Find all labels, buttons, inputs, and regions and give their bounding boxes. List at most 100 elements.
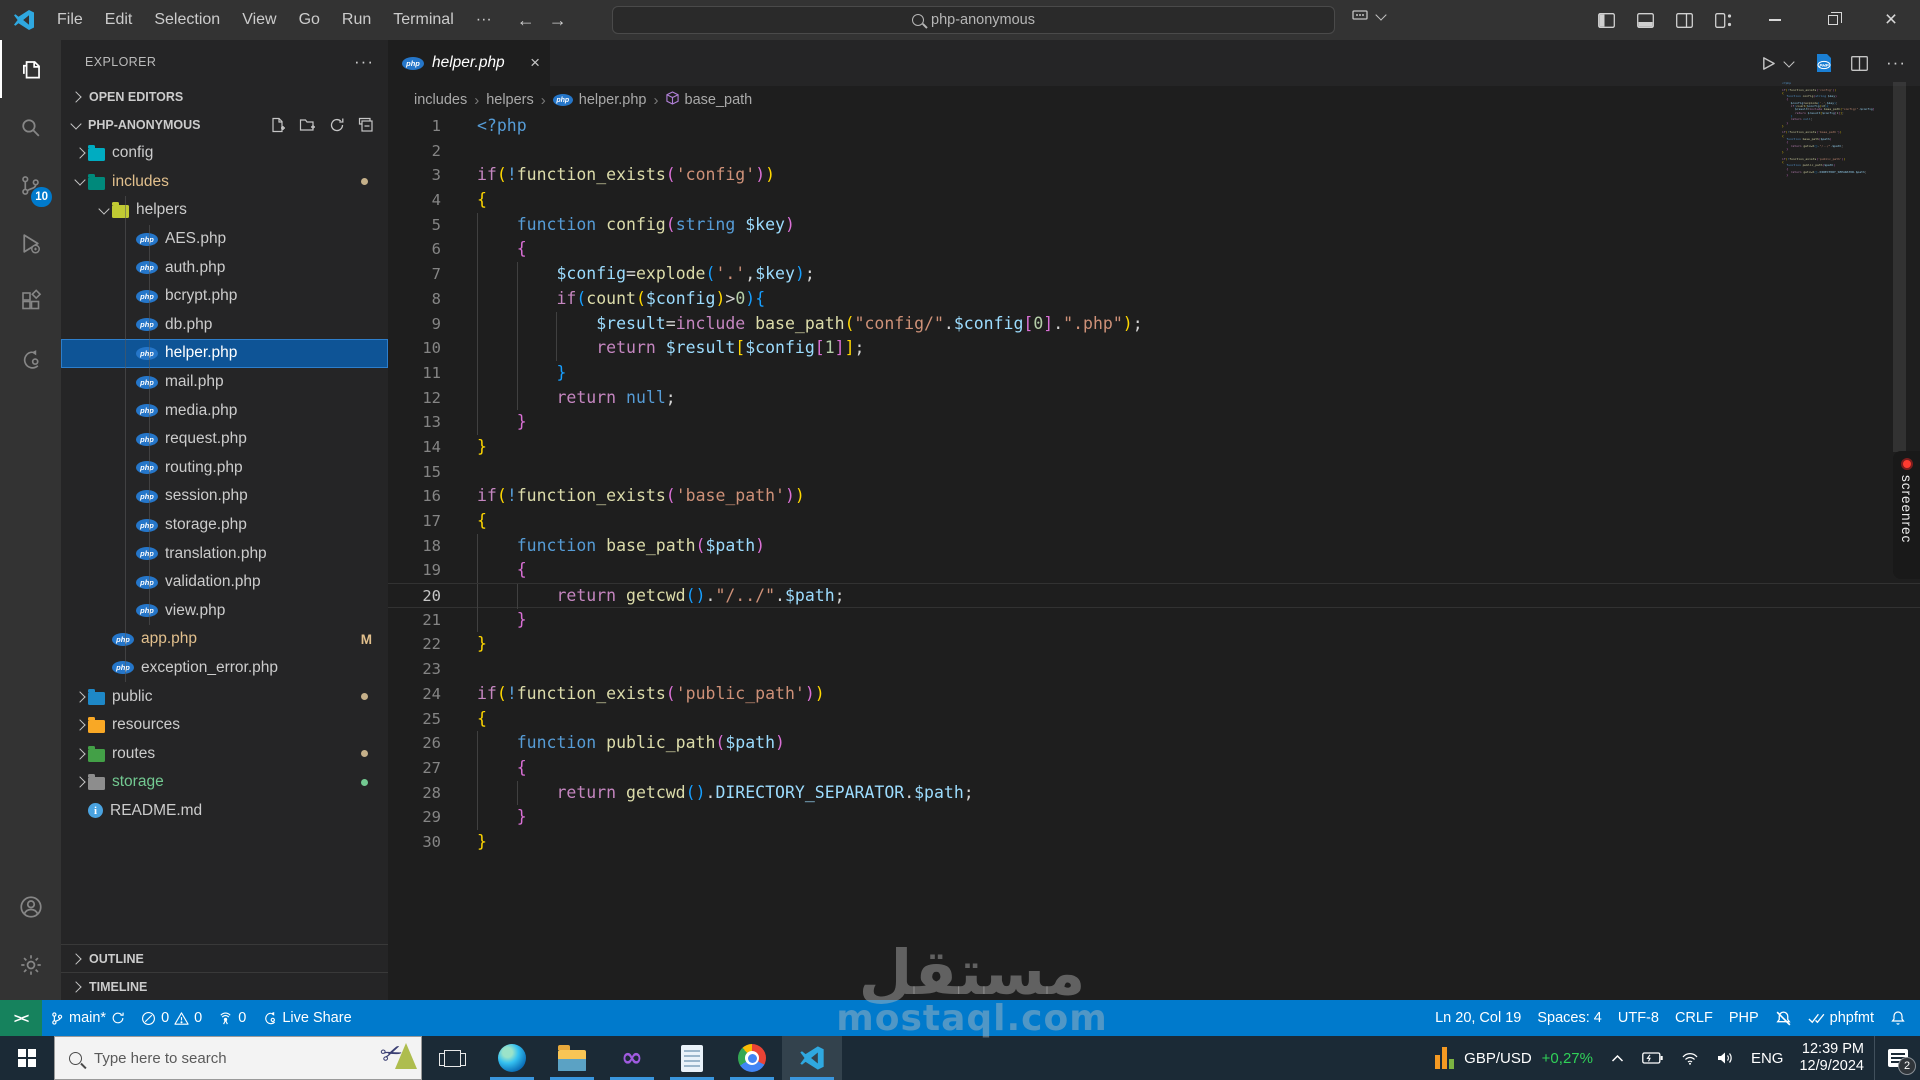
code-line-12[interactable]: 12 return null; <box>388 385 1920 411</box>
breadcrumb-includes[interactable]: includes <box>414 92 467 108</box>
code-line-16[interactable]: 16 if(!function_exists('base_path')) <box>388 484 1920 509</box>
timeline-section[interactable]: TIMELINE <box>61 972 388 1000</box>
tree-item-translation-php[interactable]: php translation.php <box>61 539 388 568</box>
sync-icon[interactable] <box>111 1011 125 1025</box>
account-icon[interactable] <box>0 878 61 936</box>
menu-file[interactable]: File <box>46 0 94 40</box>
restore-button[interactable] <box>1804 0 1862 40</box>
tree-item-app-php[interactable]: php app.php M <box>61 625 388 654</box>
tree-item-helper-php[interactable]: php helper.php <box>61 339 388 368</box>
task-view-button[interactable] <box>422 1036 482 1080</box>
action-center-button[interactable]: 2 <box>1874 1036 1920 1080</box>
tree-item-session-php[interactable]: php session.php <box>61 482 388 511</box>
new-folder-icon[interactable] <box>299 117 316 133</box>
tree-item-media-php[interactable]: php media.php <box>61 396 388 425</box>
code-line-23[interactable]: 23 <box>388 657 1920 682</box>
code-line-5[interactable]: 5 function config(string $key) <box>388 212 1920 238</box>
code-line-19[interactable]: 19 { <box>388 558 1920 584</box>
tree-item-mail-php[interactable]: php mail.php <box>61 368 388 397</box>
tree-item-resources[interactable]: resources <box>61 711 388 740</box>
settings-gear-icon[interactable] <box>0 936 61 994</box>
edge-app-button[interactable] <box>482 1036 542 1080</box>
menu-go[interactable]: Go <box>288 0 331 40</box>
code-line-22[interactable]: 22} <box>388 632 1920 657</box>
command-center-search[interactable]: php-anonymous <box>612 6 1335 34</box>
battery-icon[interactable] <box>1642 1052 1663 1064</box>
run-php-file-icon[interactable]: PHP <box>1815 53 1833 73</box>
collapse-all-icon[interactable] <box>358 117 374 133</box>
eol-item[interactable]: CRLF <box>1667 1000 1721 1036</box>
tree-item-includes[interactable]: includes <box>61 168 388 197</box>
tree-item-view-php[interactable]: php view.php <box>61 597 388 626</box>
code-line-4[interactable]: 4{ <box>388 188 1920 213</box>
toggle-sidebar-right-icon[interactable] <box>1676 12 1693 28</box>
menu-selection[interactable]: Selection <box>143 0 231 40</box>
file-explorer-app-button[interactable] <box>542 1036 602 1080</box>
minimap[interactable]: <?php if(!function_exists('config')){func… <box>1782 82 1874 178</box>
tree-item-storage[interactable]: storage <box>61 768 388 797</box>
live-share-item[interactable]: Live Share <box>254 1000 359 1036</box>
code-line-8[interactable]: 8 if(count($config)>0){ <box>388 286 1920 312</box>
tree-item-config[interactable]: config <box>61 139 388 168</box>
breadcrumb-helpers[interactable]: helpers <box>486 92 534 108</box>
cursor-position-item[interactable]: Ln 20, Col 19 <box>1427 1000 1529 1036</box>
tree-item-aes-php[interactable]: php AES.php <box>61 225 388 254</box>
code-line-24[interactable]: 24 if(!function_exists('public_path')) <box>388 682 1920 707</box>
notifications-bell-icon[interactable] <box>1882 1000 1920 1036</box>
explorer-view-icon[interactable] <box>0 40 61 98</box>
tree-item-exception_error-php[interactable]: php exception_error.php <box>61 654 388 683</box>
open-editors-section[interactable]: OPEN EDITORS <box>61 83 388 111</box>
currency-change[interactable]: +0,27% <box>1542 1050 1593 1067</box>
tree-item-public[interactable]: public <box>61 682 388 711</box>
source-control-view-icon[interactable]: 10 <box>0 156 61 214</box>
breadcrumb-base_path[interactable]: base_path <box>665 91 752 109</box>
code-line-13[interactable]: 13} <box>388 410 1920 435</box>
broadcast-item[interactable]: 0 <box>210 1000 254 1036</box>
hidden-icons-chevron[interactable] <box>1611 1054 1624 1063</box>
remote-indicator[interactable]: >< <box>0 1000 42 1036</box>
code-line-17[interactable]: 17 { <box>388 509 1920 534</box>
toggle-sidebar-left-icon[interactable] <box>1598 12 1615 28</box>
do-not-disturb-icon[interactable] <box>1767 1000 1800 1036</box>
start-button[interactable] <box>0 1036 54 1080</box>
tree-item-bcrypt-php[interactable]: php bcrypt.php <box>61 282 388 311</box>
code-line-14[interactable]: 14} <box>388 435 1920 460</box>
breadcrumb-helper-php[interactable]: php helper.php <box>552 92 647 108</box>
code-line-18[interactable]: 18 function base_path($path) <box>388 533 1920 559</box>
git-branch-item[interactable]: main* <box>42 1000 133 1036</box>
volume-icon[interactable] <box>1717 1051 1734 1065</box>
chrome-app-button[interactable] <box>722 1036 782 1080</box>
taskbar-search[interactable]: Type here to search ✂ <box>54 1036 422 1080</box>
customize-layout-icon[interactable] <box>1715 12 1733 28</box>
code-line-21[interactable]: 21} <box>388 607 1920 633</box>
run-debug-view-icon[interactable] <box>0 214 61 272</box>
more-actions-icon[interactable]: ··· <box>1886 53 1906 73</box>
formatter-item[interactable]: phpfmt <box>1800 1000 1882 1036</box>
code-area[interactable]: 1 <?php 2 3 if(!function_exists('config')) 4{… <box>388 114 1920 1000</box>
close-button[interactable]: × <box>1862 0 1920 40</box>
wifi-icon[interactable] <box>1681 1052 1699 1065</box>
vscode-app-button[interactable] <box>782 1036 842 1080</box>
code-line-27[interactable]: 27 { <box>388 755 1920 781</box>
code-line-10[interactable]: 10 return $result[$config[1]]; <box>388 336 1920 361</box>
project-root-row[interactable]: PHP-ANONYMOUS <box>61 111 388 139</box>
toggle-panel-icon[interactable] <box>1637 12 1654 28</box>
code-line-2[interactable]: 2 <box>388 139 1920 164</box>
tree-item-readme-md[interactable]: i README.md <box>61 797 388 826</box>
minimize-button[interactable] <box>1746 0 1804 40</box>
menu-edit[interactable]: Edit <box>94 0 144 40</box>
menu-terminal[interactable]: Terminal <box>382 0 464 40</box>
encoding-item[interactable]: UTF-8 <box>1610 1000 1667 1036</box>
language-item[interactable]: PHP <box>1721 1000 1767 1036</box>
menu-view[interactable]: View <box>231 0 287 40</box>
code-line-30[interactable]: 30} <box>388 830 1920 855</box>
language-indicator[interactable]: ENG <box>1751 1050 1784 1067</box>
visual-studio-app-button[interactable]: ∞ <box>602 1036 662 1080</box>
tab-helper-php[interactable]: php helper.php × <box>388 40 550 86</box>
screenrec-widget[interactable]: screenrec <box>1893 451 1920 579</box>
refresh-icon[interactable] <box>329 117 345 133</box>
currency-pair[interactable]: GBP/USD <box>1464 1050 1532 1067</box>
code-line-7[interactable]: 7 $config=explode('.',$key); <box>388 262 1920 287</box>
code-line-25[interactable]: 25 { <box>388 707 1920 732</box>
tab-close-icon[interactable]: × <box>530 53 540 73</box>
